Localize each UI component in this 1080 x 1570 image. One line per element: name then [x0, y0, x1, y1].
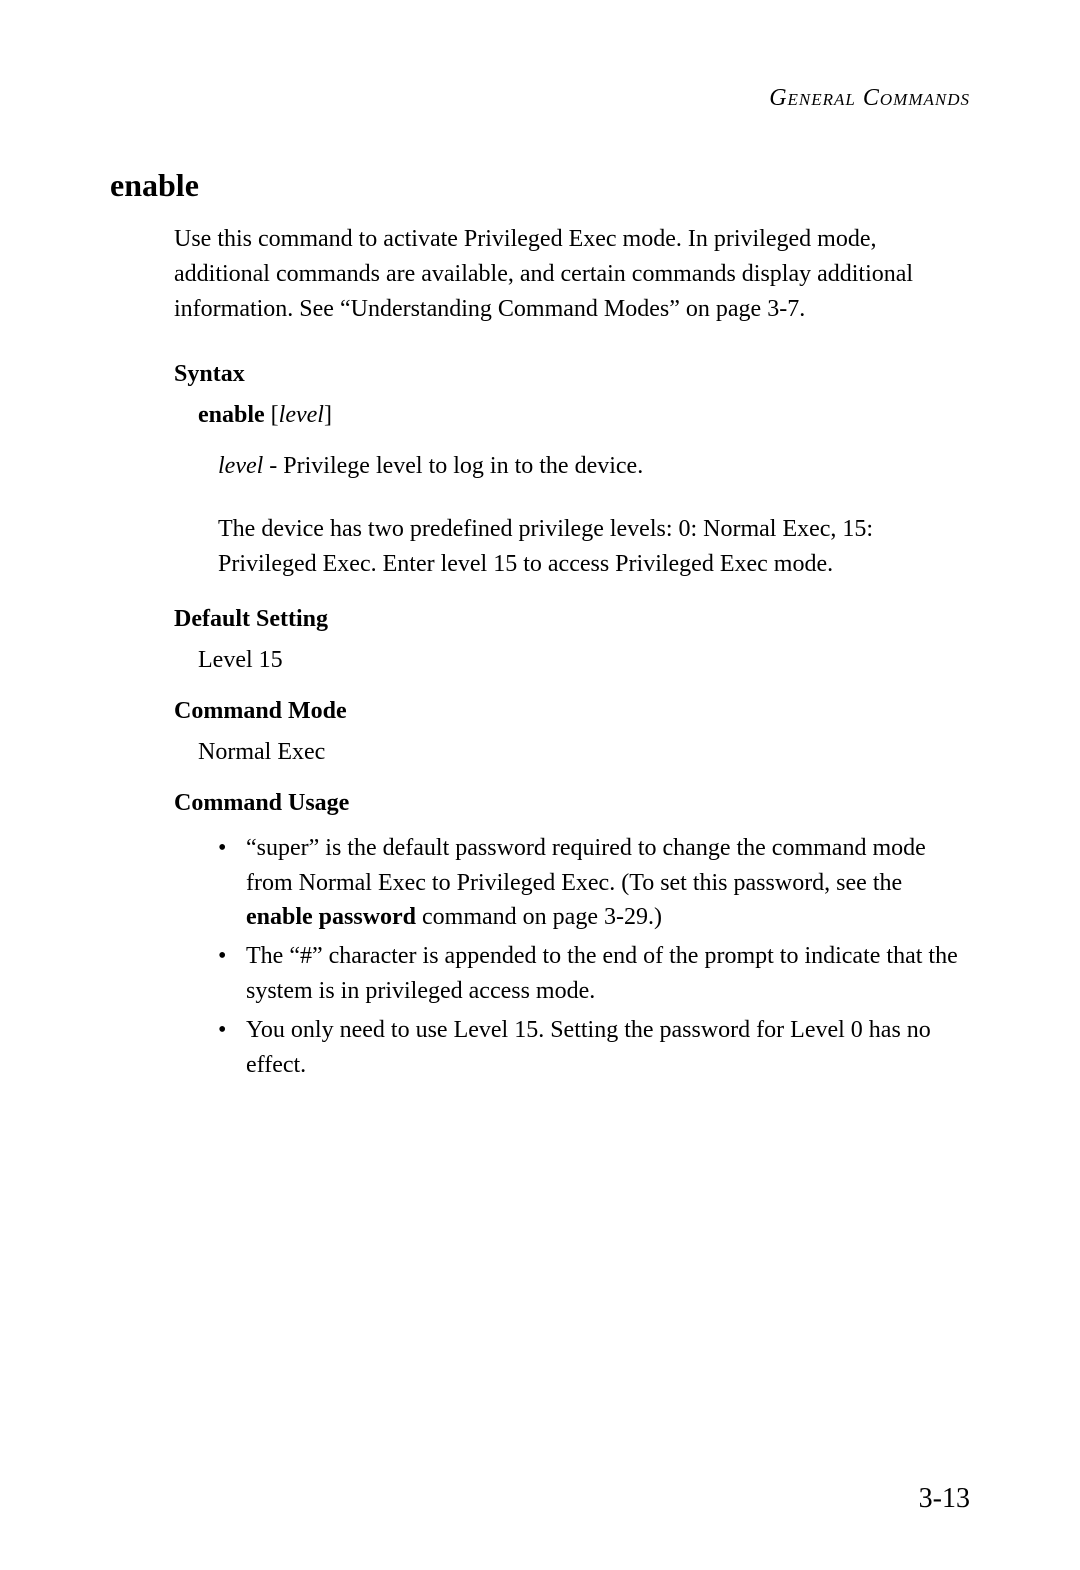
usage-text-bold: enable password	[246, 904, 416, 930]
usage-text-pre: “super” is the default password required…	[246, 835, 926, 896]
usage-text-post: command on page 3-29.)	[416, 904, 662, 930]
default-setting-heading: Default Setting	[174, 606, 970, 633]
usage-text-pre: You only need to use Level 15. Setting t…	[246, 1017, 931, 1078]
syntax-param-name: level	[218, 453, 263, 479]
syntax-param-text: - Privilege level to log in to the devic…	[263, 453, 643, 479]
command-usage-list: “super” is the default password required…	[218, 831, 970, 1083]
command-mode-heading: Command Mode	[174, 698, 970, 725]
syntax-param-description: level - Privilege level to log in to the…	[218, 449, 970, 484]
syntax-bracket-close: ]	[324, 402, 332, 428]
list-item: You only need to use Level 15. Setting t…	[218, 1013, 970, 1083]
syntax-command: enable	[198, 402, 265, 428]
syntax-heading: Syntax	[174, 361, 970, 388]
command-description: Use this command to activate Privileged …	[174, 222, 970, 326]
list-item: The “#” character is appended to the end…	[218, 939, 970, 1009]
usage-text-pre: The “#” character is appended to the end…	[246, 943, 958, 1004]
header-title: General Commands	[769, 85, 970, 111]
default-setting-value: Level 15	[198, 647, 970, 674]
command-usage-heading: Command Usage	[174, 790, 970, 817]
list-item: “super” is the default password required…	[218, 831, 970, 935]
command-mode-value: Normal Exec	[198, 739, 970, 766]
page-number: 3-13	[919, 1483, 970, 1515]
syntax-bracket-open: [	[265, 402, 279, 428]
page-header: General Commands	[110, 85, 970, 112]
syntax-line: enable [level]	[198, 402, 970, 429]
command-title: enable	[110, 167, 970, 204]
syntax-note: The device has two predefined privilege …	[218, 512, 970, 582]
syntax-param: level	[279, 402, 324, 428]
